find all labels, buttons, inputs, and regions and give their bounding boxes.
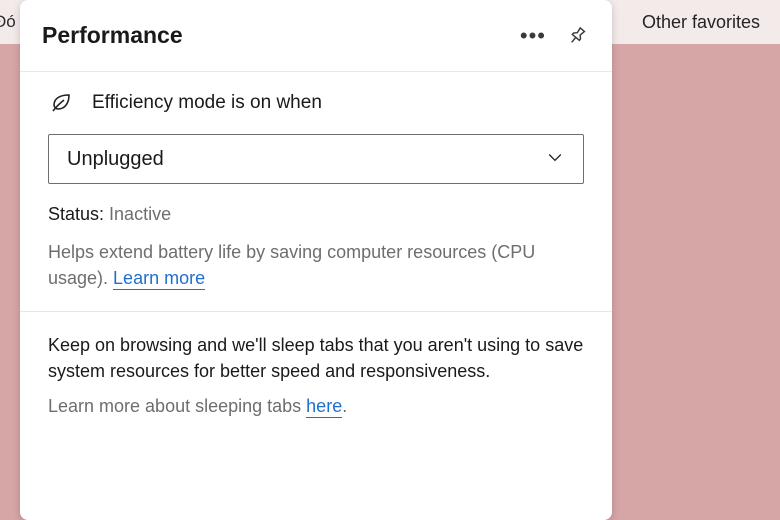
section-divider <box>20 311 612 312</box>
efficiency-mode-row: Efficiency mode is on when <box>48 90 584 116</box>
panel-header-actions: ••• <box>520 23 590 49</box>
favorite-item-fragment[interactable]: Đó <box>0 0 16 44</box>
dropdown-selected-value: Unplugged <box>67 148 545 171</box>
panel-title: Performance <box>42 22 520 49</box>
performance-panel: Performance ••• Efficiency mode is on wh… <box>20 0 612 520</box>
efficiency-status: Status: Inactive <box>48 204 584 225</box>
efficiency-mode-dropdown[interactable]: Unplugged <box>48 134 584 184</box>
status-value: Inactive <box>109 204 171 224</box>
chevron-down-icon <box>545 147 565 172</box>
sleeping-tabs-text: Keep on browsing and we'll sleep tabs th… <box>48 332 584 384</box>
panel-body: Efficiency mode is on when Unplugged Sta… <box>20 72 612 417</box>
more-icon[interactable]: ••• <box>520 25 546 47</box>
status-label: Status: <box>48 204 104 224</box>
sleeping-tabs-learn-link[interactable]: here <box>306 396 342 418</box>
efficiency-description: Helps extend battery life by saving comp… <box>48 239 584 291</box>
efficiency-leaf-icon <box>48 90 74 116</box>
pin-icon[interactable] <box>564 23 590 49</box>
sleeping-tabs-learn: Learn more about sleeping tabs here. <box>48 396 584 417</box>
sleeping-tabs-learn-suffix: . <box>342 396 347 416</box>
efficiency-learn-more-link[interactable]: Learn more <box>113 268 205 290</box>
sleeping-tabs-learn-prefix: Learn more about sleeping tabs <box>48 396 306 416</box>
panel-header: Performance ••• <box>20 0 612 72</box>
efficiency-mode-label: Efficiency mode is on when <box>92 92 322 114</box>
other-favorites-button[interactable]: Other favorites <box>642 0 760 44</box>
